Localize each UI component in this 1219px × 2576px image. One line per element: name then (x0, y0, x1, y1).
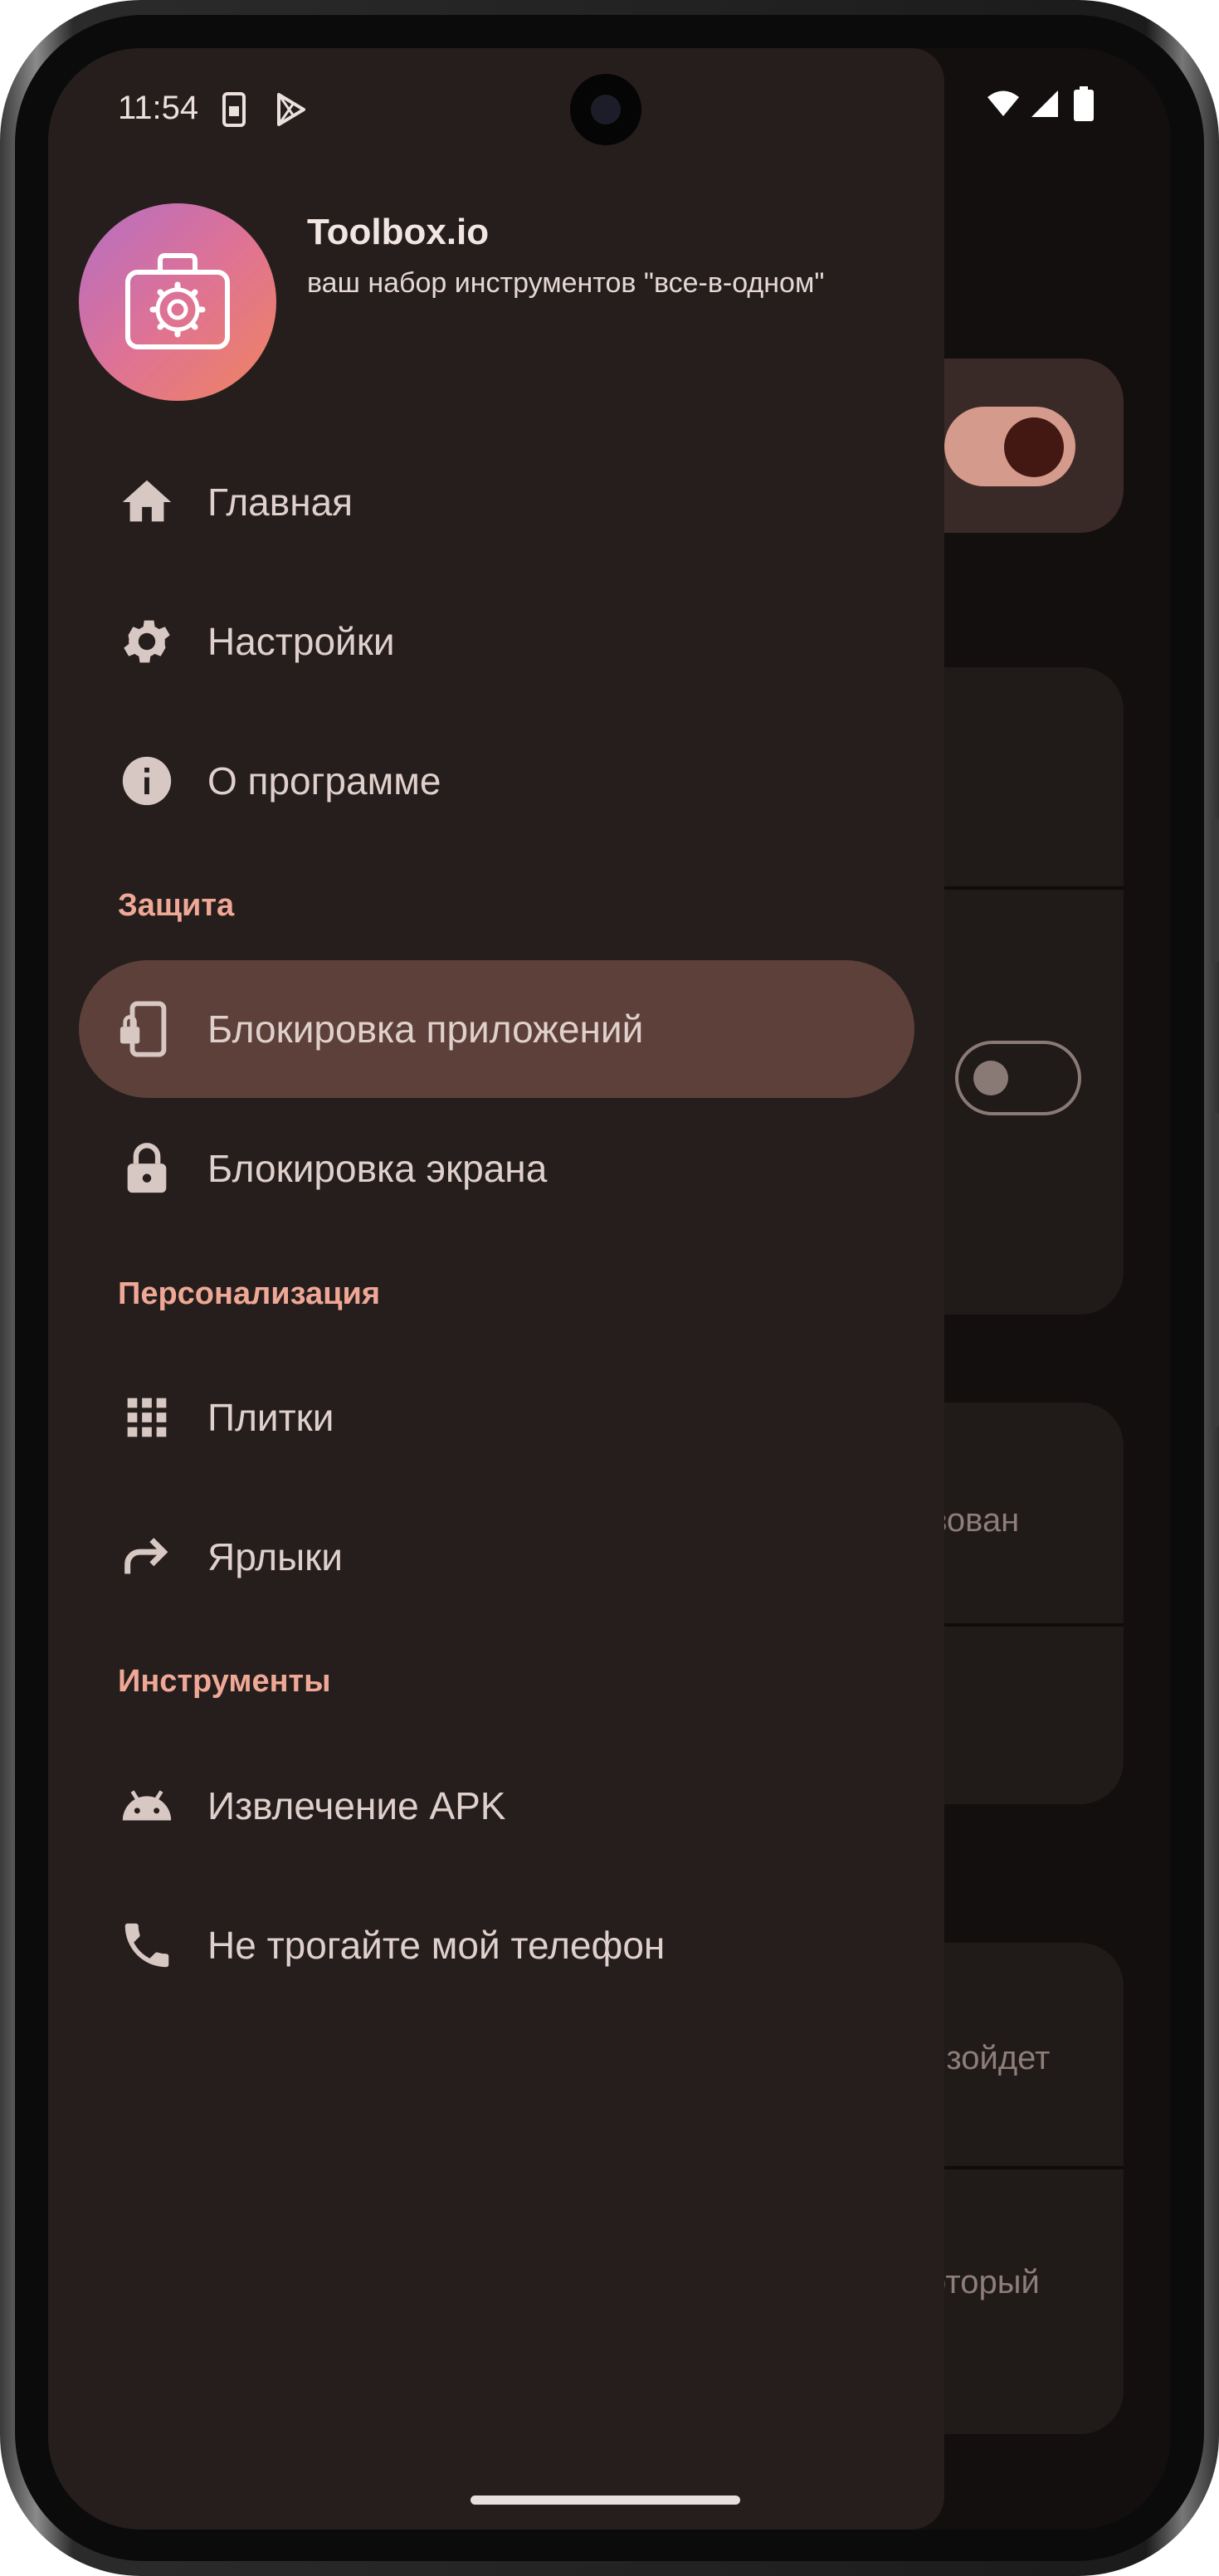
phone-lock-icon (119, 1001, 167, 1057)
section-title-personalization: Персонализация (118, 1276, 381, 1311)
nav-item-shortcuts[interactable]: Ярлыки (79, 1488, 914, 1626)
front-camera (570, 74, 641, 145)
home-icon (122, 480, 172, 522)
nav-item-label: О программе (207, 759, 441, 803)
toggle-thumb (1004, 417, 1064, 477)
master-toggle[interactable] (944, 407, 1075, 486)
app-subtitle: ваш набор инструментов "все-в-одном" (307, 267, 825, 299)
wifi-icon (987, 90, 1019, 116)
shortcut-arrow-icon (124, 1538, 168, 1574)
status-time: 11:54 (118, 90, 199, 126)
phone-icon (124, 1923, 169, 1968)
nav-item-label: Ярлыки (207, 1535, 343, 1578)
nav-item-home[interactable]: Главная (79, 433, 914, 571)
nav-item-app-lock[interactable]: Блокировка приложений (79, 960, 914, 1098)
grid-icon (127, 1398, 167, 1437)
section-title-tools: Инструменты (118, 1664, 331, 1699)
nav-item-label: Не трогайте мой телефон (207, 1924, 666, 1967)
section-title-protection: Защита (118, 888, 235, 923)
signal-icon (1031, 90, 1058, 117)
nav-item-tiles[interactable]: Плитки (79, 1349, 914, 1486)
background-text-2: изойдет (928, 2040, 1051, 2076)
nav-item-label: Блокировка приложений (207, 1007, 644, 1051)
power-button (1212, 817, 1219, 963)
nav-item-label: Настройки (207, 620, 395, 663)
toolbox-gear-icon (125, 253, 230, 349)
nav-item-dont-touch-phone[interactable]: Не трогайте мой телефон (79, 1876, 914, 2014)
background-text-3: оторый (928, 2264, 1040, 2300)
nav-item-about[interactable]: О программе (79, 712, 914, 850)
sim-notification-icon (222, 92, 246, 127)
background-text-1: зован (932, 1502, 1020, 1539)
nav-item-label: Извлечение APK (207, 1784, 506, 1827)
toggle-thumb (973, 1061, 1008, 1095)
app-logo (79, 203, 276, 401)
lock-icon (127, 1143, 167, 1193)
gear-icon (124, 620, 170, 663)
battery-icon (1074, 86, 1094, 121)
gesture-home-bar[interactable] (471, 2496, 740, 2505)
nav-item-apk-extract[interactable]: Извлечение APK (79, 1737, 914, 1875)
nav-item-label: Блокировка экрана (207, 1147, 548, 1190)
info-icon (122, 756, 172, 806)
volume-button (1212, 1112, 1219, 1427)
android-icon (122, 1790, 172, 1821)
nav-item-screen-lock[interactable]: Блокировка экрана (79, 1100, 914, 1237)
play-store-icon (277, 93, 305, 126)
nav-item-label: Плитки (207, 1396, 334, 1439)
app-name: Toolbox.io (307, 212, 490, 252)
nav-item-label: Главная (207, 481, 354, 524)
settings-toggle[interactable] (955, 1041, 1081, 1115)
nav-item-settings[interactable]: Настройки (79, 573, 914, 710)
